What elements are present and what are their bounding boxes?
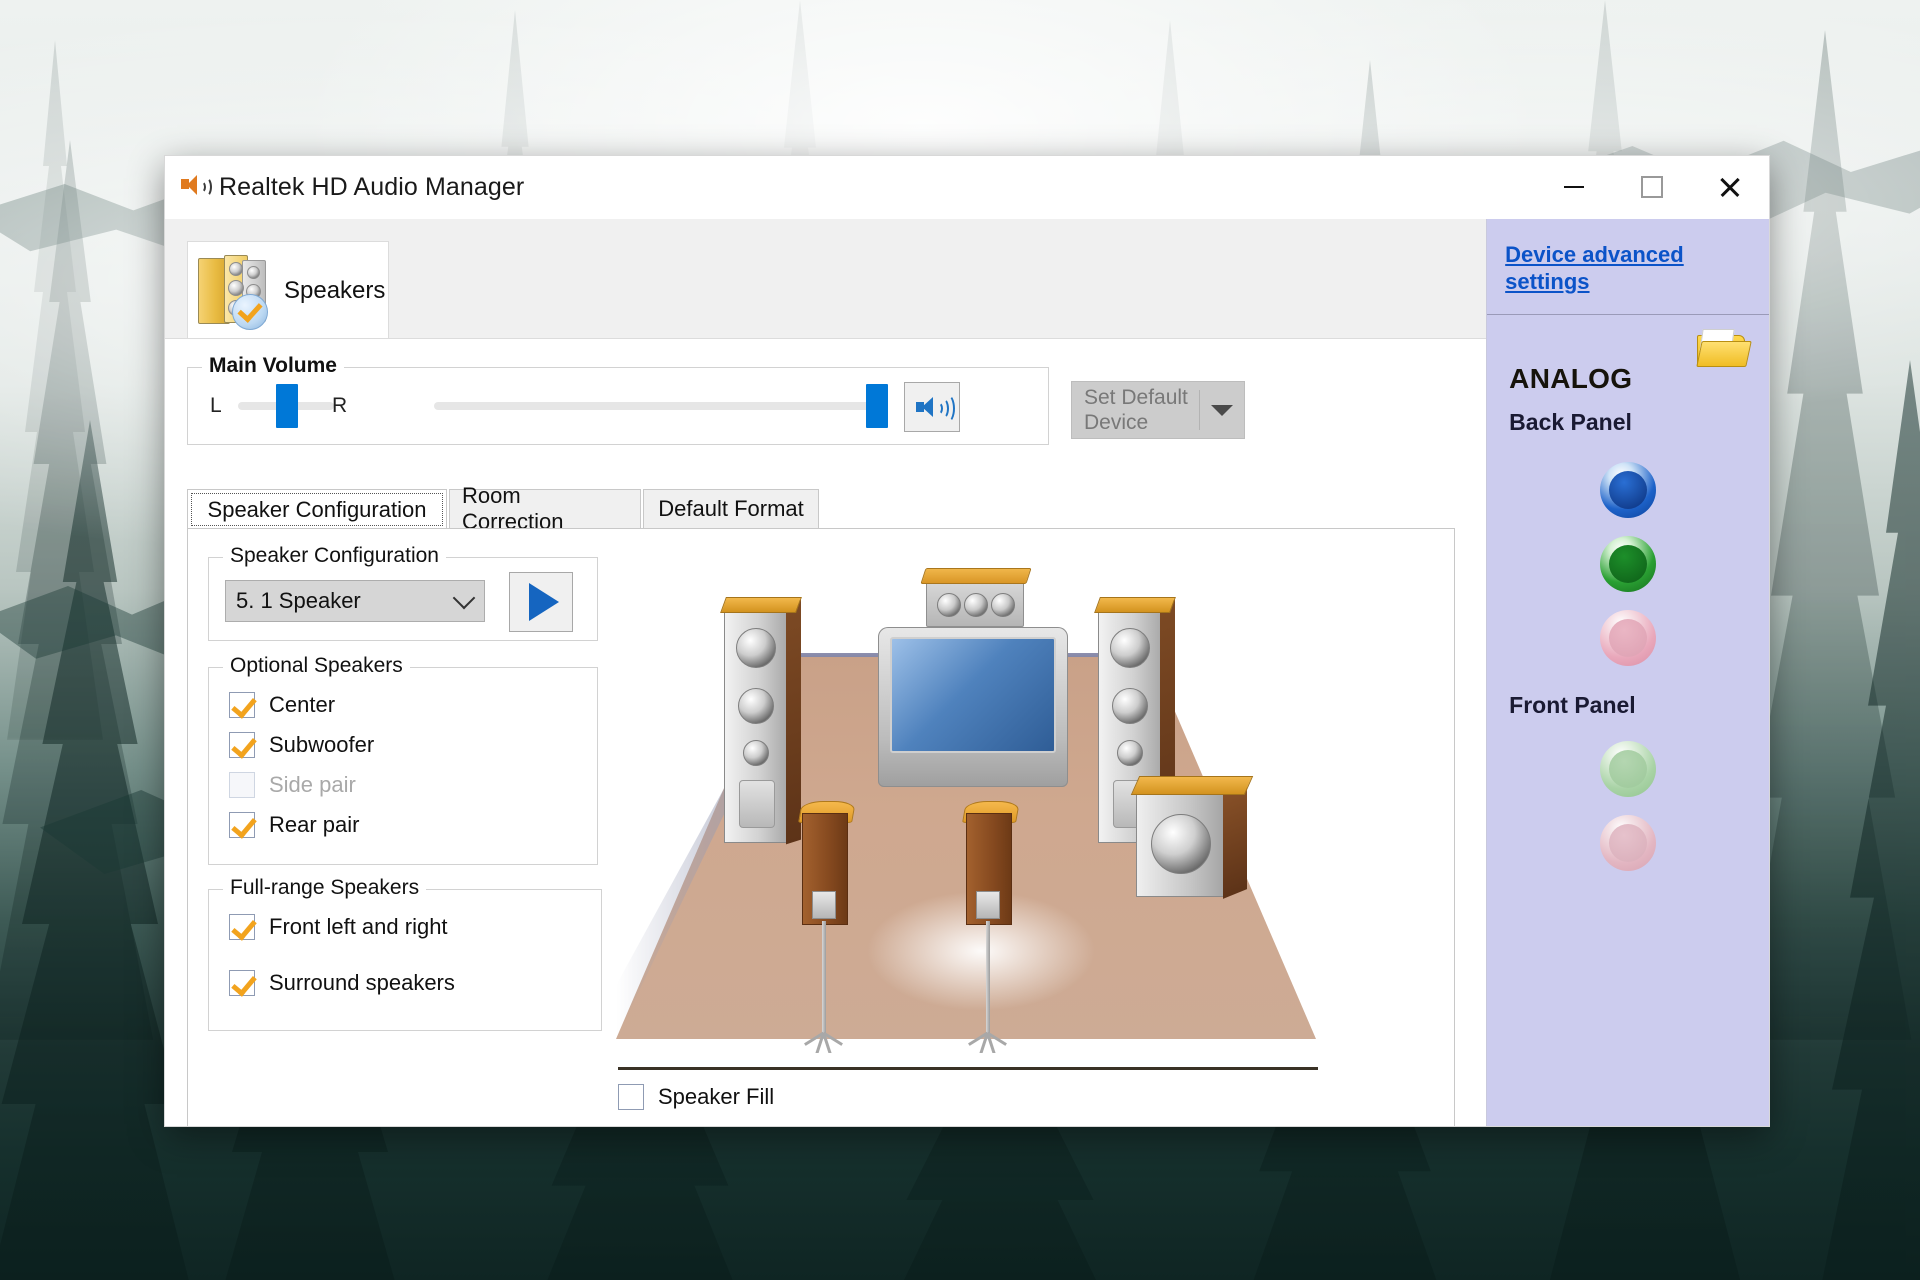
checkbox-label: Center [269,692,336,717]
checkbox-subwoofer[interactable]: Subwoofer [229,732,374,758]
checkbox-label: Rear pair [269,812,360,837]
device-advanced-settings-link[interactable]: Device advanced settings [1505,241,1751,295]
front-left-tower [720,597,802,845]
set-default-device-label: Set Default Device [1072,385,1199,435]
device-tab-label: Speakers [284,277,386,304]
minimize-button[interactable] [1535,156,1613,218]
line-out-jack[interactable] [1600,536,1657,592]
checkbox-label: Side pair [269,772,356,797]
speaker-room-5-1-illustration [616,553,1316,1053]
client-area: Main Volume L R Set Default Device Speak… [165,339,1487,1126]
set-default-line2: Device [1084,411,1149,434]
speaker-stand-base [792,1031,856,1053]
main-volume-group: Main Volume L R [187,354,1049,445]
subwoofer [1130,776,1254,899]
front-panel-label: Front Panel [1509,692,1636,718]
line-in-jack[interactable] [1600,462,1657,518]
checkbox-box[interactable] [229,970,255,996]
center-speaker [920,568,1032,627]
volume-slider-thumb[interactable] [866,384,888,428]
balance-right-label: R [332,394,348,417]
checkbox-front-left-and-right[interactable]: Front left and right [229,914,448,940]
speakers-device-icon [198,254,270,330]
panel-divider [618,1067,1318,1070]
balance-left-label: L [210,394,222,417]
device-tab-strip: Speakers [165,219,1487,340]
close-icon [1718,175,1742,199]
full-range-speakers-group-title: Full-range Speakers [223,876,427,900]
speaker-volume-icon [179,174,212,200]
balance-slider-thumb[interactable] [276,384,298,428]
speaker-configuration-panel: Speaker Configuration 5. 1 Speaker Optio… [187,528,1455,1126]
analog-section-title: ANALOG [1509,363,1633,394]
checkbox-surround-speakers[interactable]: Surround speakers [229,970,455,996]
speaker-stand-base [956,1031,1020,1053]
device-sidebar: Device advanced settings ANALOG Back Pan… [1486,219,1769,1126]
speaker-configuration-value: 5. 1 Speaker [236,588,361,613]
tab-label: Speaker Configuration [207,497,427,522]
mic-in-jack[interactable] [1600,610,1657,666]
checkbox-box[interactable] [618,1084,644,1110]
minimize-icon [1564,186,1584,188]
open-folder-icon[interactable] [1696,329,1752,367]
tab-label: Default Format [658,496,804,521]
tab-room-correction[interactable]: Room Correction [449,483,641,534]
device-tab-strip-bg [387,241,1487,338]
volume-slider-track[interactable] [434,402,886,410]
set-default-dropdown-button[interactable] [1200,404,1244,416]
checkbox-box[interactable] [229,914,255,940]
close-button[interactable] [1691,156,1769,218]
checkbox-box [229,772,255,798]
optional-speakers-group-title: Optional Speakers [223,654,410,678]
tab-default-format[interactable]: Default Format [643,489,819,529]
window-body: Speakers Main Volume L R Set Default Dev… [165,219,1769,1126]
checkbox-box[interactable] [229,812,255,838]
realtek-hd-audio-manager-window: Realtek HD Audio Manager Speakers Main V… [165,156,1769,1126]
checkbox-box[interactable] [229,692,255,718]
title-bar: Realtek HD Audio Manager [165,156,1769,219]
speaker-configuration-group: Speaker Configuration 5. 1 Speaker [208,544,598,641]
speaker-configuration-group-title: Speaker Configuration [223,544,446,568]
rear-right-speaker [962,795,1020,1053]
full-range-speakers-group: Full-range Speakers Front left and right… [208,876,602,1031]
maximize-button[interactable] [1613,156,1691,218]
tab-speaker-configuration[interactable]: Speaker Configuration [187,489,447,531]
checkbox-center[interactable]: Center [229,692,335,718]
window-title: Realtek HD Audio Manager [219,172,525,201]
main-volume-title: Main Volume [202,354,344,378]
window-controls [1535,156,1769,218]
caret-down-icon [1211,404,1233,416]
checkbox-rear-pair[interactable]: Rear pair [229,812,359,838]
checkmark-badge-icon [232,294,268,330]
set-default-device-button[interactable]: Set Default Device [1071,381,1245,439]
front-mic-jack[interactable] [1600,815,1657,871]
mute-toggle-button[interactable] [904,382,960,432]
speaker-mute-toggle-icon [915,394,955,423]
checkbox-speaker-fill[interactable]: Speaker Fill [618,1084,774,1110]
tab-strip: Speaker Configuration Room Correction De… [187,483,1455,534]
television [878,627,1068,787]
checkbox-label: Front left and right [269,914,448,939]
main-content: Speakers Main Volume L R Set Default Dev… [165,219,1487,1126]
checkbox-label: Surround speakers [269,970,455,995]
set-default-line1: Set Default [1084,386,1188,409]
checkbox-side-pair: Side pair [229,772,356,798]
device-tab-speakers[interactable]: Speakers [187,241,389,340]
optional-speakers-group: Optional Speakers Center Subwoofer Side … [208,654,598,865]
test-speakers-button[interactable] [509,572,573,632]
device-advanced-settings-box: Device advanced settings [1487,219,1769,315]
checkbox-box[interactable] [229,732,255,758]
back-panel-label: Back Panel [1509,409,1632,435]
play-icon [528,583,559,621]
speaker-configuration-select[interactable]: 5. 1 Speaker [225,580,485,622]
chevron-down-icon [444,586,484,610]
checkbox-label: Speaker Fill [658,1084,775,1109]
maximize-icon [1641,176,1663,198]
checkbox-label: Subwoofer [269,732,375,757]
front-headphone-jack[interactable] [1600,741,1657,797]
television-screen [890,637,1056,753]
rear-left-speaker [798,795,856,1053]
